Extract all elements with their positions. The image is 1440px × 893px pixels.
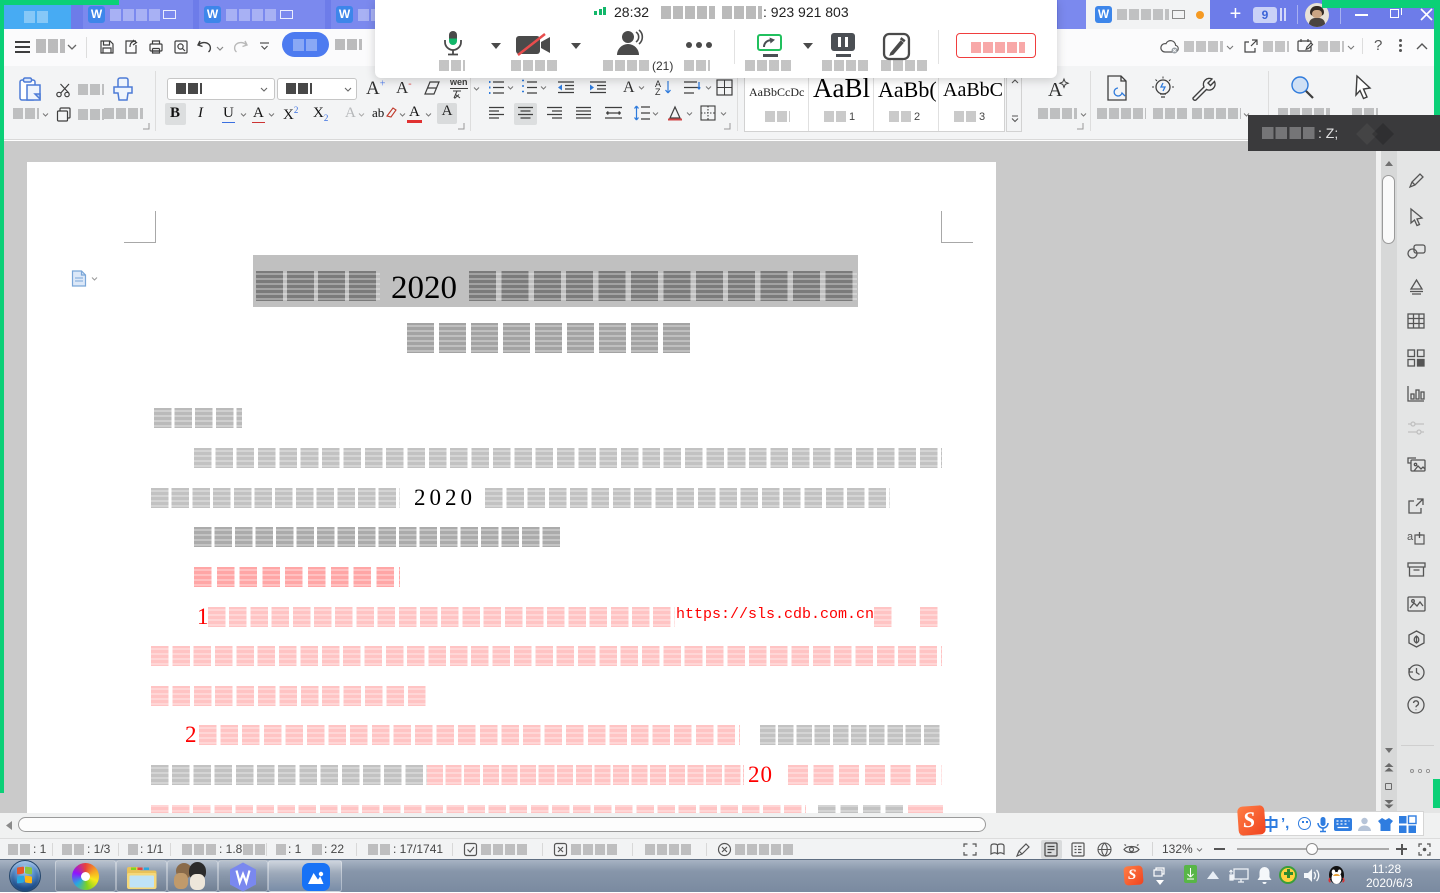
svg-text:Z: Z xyxy=(655,87,661,97)
svg-text:a: a xyxy=(1407,531,1414,543)
